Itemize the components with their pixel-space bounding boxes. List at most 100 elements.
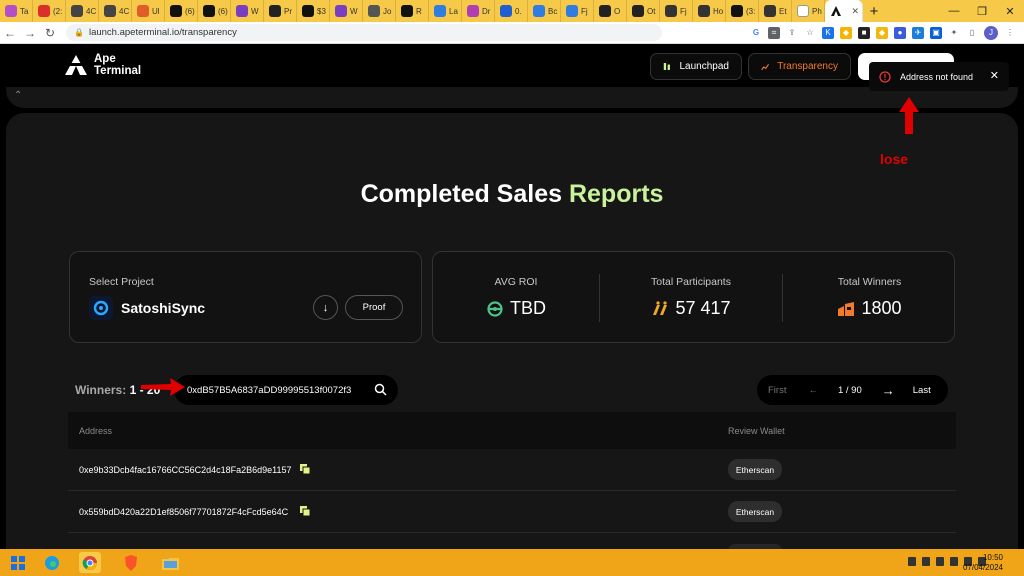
browser-tab[interactable]: Ul <box>132 0 165 22</box>
logo-text: Ape Terminal <box>94 53 141 77</box>
browser-tab[interactable]: (6) <box>165 0 198 22</box>
search-value[interactable]: 0xdB57B5A6837aDD99995513f0072f3 <box>187 385 365 396</box>
etherscan-button[interactable]: Etherscan <box>728 459 782 480</box>
browser-tab[interactable]: 0. <box>495 0 528 22</box>
browser-tab[interactable]: W <box>231 0 264 22</box>
browser-tab[interactable]: 4C <box>99 0 132 22</box>
etherscan-button[interactable]: Etherscan <box>728 501 782 522</box>
windows-taskbar: 10:50 07/04/2024 <box>0 549 1024 576</box>
browser-tab[interactable]: Ph <box>792 0 825 22</box>
chart-trend-icon <box>761 63 769 70</box>
h-icon <box>797 5 809 17</box>
new-tab-button[interactable]: + <box>863 3 885 20</box>
close-tab-icon[interactable]: ✕ <box>851 6 859 17</box>
browser-tab[interactable]: Pr <box>264 0 297 22</box>
copy-icon[interactable] <box>299 505 311 517</box>
dark-extension-icon[interactable]: ■ <box>858 26 870 39</box>
page-indicator: 1 / 90 <box>837 384 862 396</box>
browser-tab[interactable]: Ho <box>693 0 726 22</box>
bluetooth-icon[interactable] <box>936 557 944 566</box>
cloud-icon[interactable] <box>922 557 930 566</box>
browser-tab[interactable]: (6) <box>198 0 231 22</box>
menu-dots-icon[interactable]: ⋮ <box>1004 26 1016 39</box>
search-icon[interactable] <box>374 383 387 396</box>
select-project-label: Select Project <box>89 276 154 288</box>
system-clock[interactable]: 10:50 07/04/2024 <box>963 553 1003 573</box>
x-icon <box>203 5 215 17</box>
edge-icon[interactable] <box>41 552 63 573</box>
proof-button[interactable]: Proof <box>345 295 403 320</box>
nav-transparency[interactable]: Transparency <box>748 53 851 80</box>
binance-extension-icon[interactable]: ◆ <box>876 26 888 39</box>
column-review-wallet: Review Wallet <box>728 426 785 436</box>
badge-extension-icon[interactable]: ▣ <box>930 26 942 39</box>
restore-icon[interactable]: ❐ <box>968 5 996 18</box>
tab-label: Ho <box>713 6 724 16</box>
back-icon[interactable]: ← <box>0 26 20 40</box>
browser-tab[interactable]: Ot <box>627 0 660 22</box>
browser-tab[interactable]: Dr <box>462 0 495 22</box>
minimize-icon[interactable]: — <box>940 5 968 18</box>
tab-label: Ot <box>647 6 656 16</box>
profile-avatar[interactable]: J <box>984 25 998 40</box>
share-icon[interactable]: ⇪ <box>786 26 798 39</box>
sidebar-icon[interactable]: ▯ <box>966 26 978 39</box>
close-toast-icon[interactable]: ✕ <box>990 69 999 82</box>
browser-tab[interactable]: (2: <box>33 0 66 22</box>
network-icon[interactable] <box>908 557 916 566</box>
browser-tab[interactable]: $3 <box>297 0 330 22</box>
rocket-icon <box>401 5 413 17</box>
window-controls: — ❐ ✕ <box>940 5 1024 18</box>
project-name[interactable]: SatoshiSync <box>121 300 205 316</box>
k-extension-icon[interactable]: K <box>822 26 834 39</box>
google-icon[interactable]: G <box>750 26 762 39</box>
forward-icon[interactable]: → <box>20 26 40 40</box>
last-page-button[interactable]: Last <box>913 385 931 396</box>
browser-tab[interactable]: Et <box>759 0 792 22</box>
wallet-search-input[interactable]: 0xdB57B5A6837aDD99995513f0072f3 <box>174 375 398 405</box>
tab-active[interactable]: ✕ <box>825 0 863 22</box>
download-button[interactable]: ↓ <box>313 295 338 320</box>
browser-tab[interactable]: Bc <box>528 0 561 22</box>
plane-extension-icon[interactable]: ✈ <box>912 26 924 39</box>
browser-tab[interactable]: Ta <box>0 0 33 22</box>
x-icon <box>731 5 743 17</box>
lock-icon: 🔒 <box>74 28 84 37</box>
browser-tab[interactable]: R <box>396 0 429 22</box>
browser-tab[interactable]: W <box>330 0 363 22</box>
blue-extension-icon[interactable]: ● <box>894 26 906 39</box>
ape-terminal-logo[interactable]: Ape Terminal <box>64 53 141 77</box>
first-page-button[interactable]: First <box>768 385 786 396</box>
browser-tab[interactable]: O <box>594 0 627 22</box>
brave-icon[interactable] <box>120 552 142 573</box>
browser-tab[interactable]: La <box>429 0 462 22</box>
bookmark-star-icon[interactable]: ☆ <box>804 26 816 39</box>
translate-icon[interactable]: ⌗ <box>768 26 780 39</box>
fox-extension-icon[interactable]: ◆ <box>840 26 852 39</box>
stat-label: Total Winners <box>837 276 902 288</box>
tab-label: (3: <box>746 6 756 16</box>
roi-icon <box>487 300 503 317</box>
volume-icon[interactable] <box>950 557 958 566</box>
table-header: Address Review Wallet <box>68 412 956 449</box>
close-window-icon[interactable]: ✕ <box>996 5 1024 18</box>
nav-launchpad[interactable]: Launchpad <box>650 53 742 80</box>
reload-icon[interactable]: ↻ <box>40 26 60 40</box>
stat-label: Total Participants <box>651 276 731 288</box>
chevron-up-icon[interactable]: ⌃ <box>14 90 22 101</box>
next-page-button[interactable]: → <box>882 383 895 398</box>
browser-tab[interactable]: Fj <box>561 0 594 22</box>
copy-icon[interactable] <box>299 463 311 475</box>
browser-tab[interactable]: 4C <box>66 0 99 22</box>
url-bar[interactable]: 🔒 launch.apeterminal.io/transparency <box>66 24 662 41</box>
browser-tab[interactable]: (3: <box>726 0 759 22</box>
annotation-right-arrow <box>141 378 185 396</box>
browser-tab[interactable]: Jo <box>363 0 396 22</box>
windows-start-icon[interactable] <box>7 552 29 573</box>
chrome-icon[interactable] <box>79 552 101 573</box>
prev-page-button[interactable]: ← <box>808 385 818 396</box>
puzzle-icon[interactable]: ✦ <box>948 26 960 39</box>
browser-tab[interactable]: Fj <box>660 0 693 22</box>
tab-label: Ta <box>20 6 29 16</box>
file-explorer-icon[interactable] <box>159 552 181 573</box>
